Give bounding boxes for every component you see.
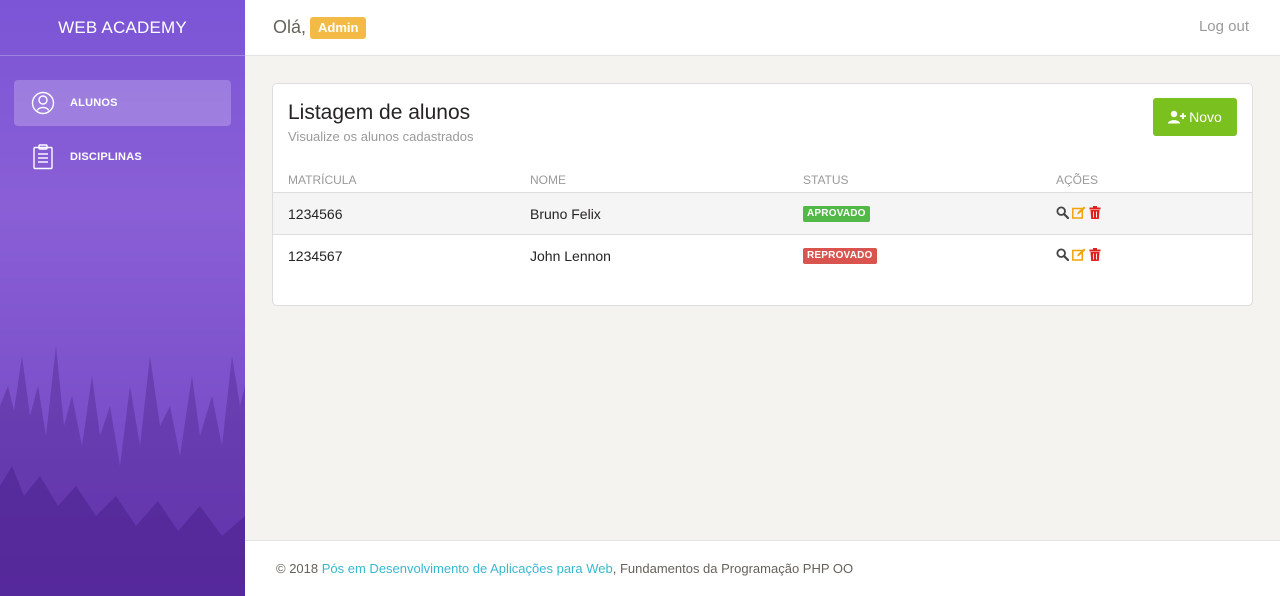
header-nome: NOME xyxy=(530,173,566,187)
top-navbar: Olá, Admin Log out xyxy=(245,0,1280,56)
students-card: Listagem de alunos Visualize os alunos c… xyxy=(272,83,1253,306)
user-circle-icon xyxy=(30,90,56,116)
footer-suffix: , Fundamentos da Programação PHP OO xyxy=(612,561,854,576)
trash-icon[interactable] xyxy=(1089,248,1101,261)
trash-icon[interactable] xyxy=(1089,206,1101,219)
sidebar: WEB ACADEMY ALUNOS DISCIPLINAS xyxy=(0,0,245,596)
cell-nome: John Lennon xyxy=(530,248,611,264)
status-badge: REPROVADO xyxy=(803,248,877,264)
brand-title[interactable]: WEB ACADEMY xyxy=(0,0,245,56)
footer: © 2018 Pós em Desenvolvimento de Aplicaç… xyxy=(245,540,1280,596)
table-row: 1234566 Bruno Felix APROVADO xyxy=(273,193,1252,235)
table-header: MATRÍCULA NOME STATUS AÇÕES xyxy=(273,168,1252,193)
footer-copyright: © 2018 xyxy=(276,561,319,576)
forest-background-image xyxy=(0,346,245,596)
search-icon[interactable] xyxy=(1056,206,1069,219)
header-acoes: AÇÕES xyxy=(1056,173,1099,187)
cell-nome: Bruno Felix xyxy=(530,206,601,222)
table-row: 1234567 John Lennon REPROVADO xyxy=(273,235,1252,277)
cell-matricula: 1234566 xyxy=(288,206,343,222)
status-badge: APROVADO xyxy=(803,206,870,222)
sidebar-nav: ALUNOS DISCIPLINAS xyxy=(0,56,245,180)
header-matricula: MATRÍCULA xyxy=(288,173,357,187)
students-table: MATRÍCULA NOME STATUS AÇÕES 1234566 Brun… xyxy=(273,168,1252,277)
edit-icon[interactable] xyxy=(1072,206,1086,219)
logout-link[interactable]: Log out xyxy=(1199,18,1249,35)
greeting-text: Olá, xyxy=(273,17,307,37)
new-button-label: Novo xyxy=(1189,109,1222,125)
sidebar-item-label: DISCIPLINAS xyxy=(70,151,142,163)
row-actions xyxy=(1056,248,1101,261)
edit-icon[interactable] xyxy=(1072,248,1086,261)
sidebar-item-alunos[interactable]: ALUNOS xyxy=(14,80,231,126)
new-student-button[interactable]: Novo xyxy=(1153,98,1237,136)
footer-link[interactable]: Pós em Desenvolvimento de Aplicações par… xyxy=(322,561,613,576)
card-title: Listagem de alunos xyxy=(288,101,471,124)
row-actions xyxy=(1056,206,1101,219)
cell-matricula: 1234567 xyxy=(288,248,343,264)
greeting: Olá, Admin xyxy=(273,16,367,39)
sidebar-item-label: ALUNOS xyxy=(70,97,118,109)
user-badge: Admin xyxy=(310,16,367,39)
add-user-icon xyxy=(1168,110,1187,124)
search-icon[interactable] xyxy=(1056,248,1069,261)
clipboard-icon xyxy=(30,144,56,170)
sidebar-item-disciplinas[interactable]: DISCIPLINAS xyxy=(14,134,231,180)
header-status: STATUS xyxy=(803,173,849,187)
card-subtitle: Visualize os alunos cadastrados xyxy=(288,129,474,144)
